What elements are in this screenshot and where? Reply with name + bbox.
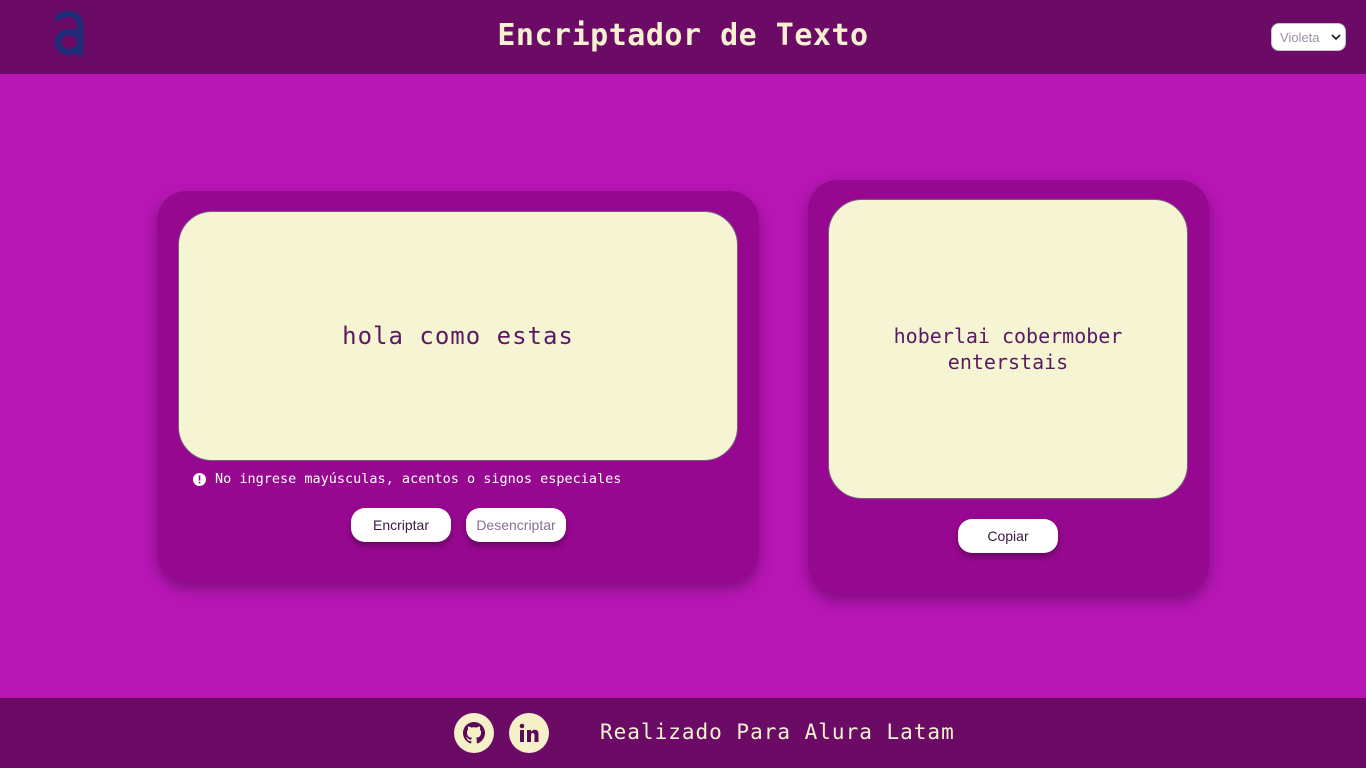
header-bar: Encriptador de Texto Violeta: [0, 0, 1366, 74]
github-link[interactable]: [454, 713, 494, 753]
theme-select[interactable]: Violeta: [1271, 23, 1346, 51]
theme-select-value: Violeta: [1280, 29, 1320, 45]
text-output-area[interactable]: hoberlai cobermober enterstais: [828, 199, 1188, 499]
encrypt-button[interactable]: Encriptar: [351, 508, 451, 542]
input-warning: No ingrese mayúsculas, acentos o signos …: [193, 471, 621, 487]
linkedin-icon: [519, 723, 539, 742]
warning-text: No ingrese mayúsculas, acentos o signos …: [215, 471, 622, 487]
chevron-down-icon: [1331, 34, 1341, 41]
exclamation-circle-icon: [193, 472, 206, 486]
text-input-area[interactable]: hola como estas: [178, 211, 738, 461]
copy-button[interactable]: Copiar: [958, 519, 1058, 553]
result-panel: hoberlai cobermober enterstais Copiar: [808, 180, 1209, 594]
decrypt-button[interactable]: Desencriptar: [466, 508, 566, 542]
footer-bar: Realizado Para Alura Latam: [0, 698, 1366, 768]
github-icon: [463, 722, 485, 744]
linkedin-link[interactable]: [509, 713, 549, 753]
footer-credit: Realizado Para Alura Latam: [600, 720, 955, 744]
encrypt-panel: hola como estas No ingrese mayúsculas, a…: [157, 191, 759, 582]
page-title: Encriptador de Texto: [497, 18, 869, 53]
